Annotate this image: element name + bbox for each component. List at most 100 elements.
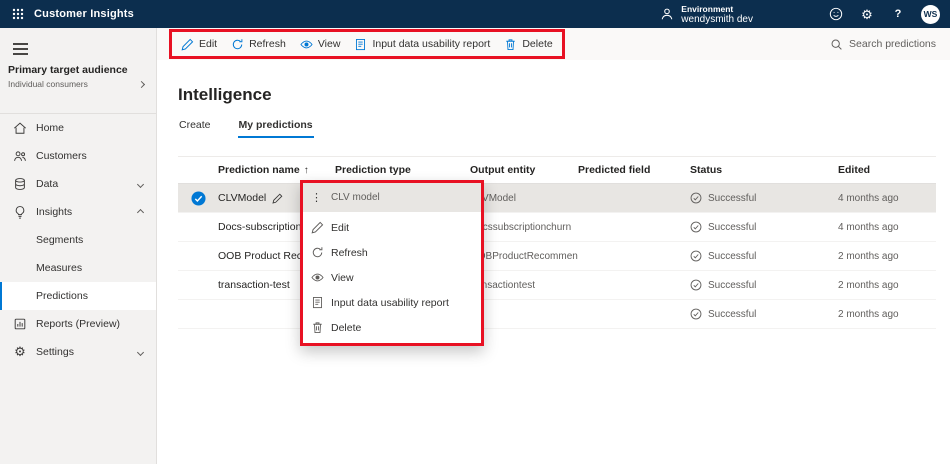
sidebar-item-insights[interactable]: Insights xyxy=(0,198,156,226)
sidebar-item-label: Predictions xyxy=(36,290,88,302)
context-menu-item-label: Refresh xyxy=(331,246,368,259)
edited-cell: 2 months ago xyxy=(838,279,899,291)
sidebar-item-reports[interactable]: Reports (Preview) xyxy=(0,310,156,338)
sidebar-item-label: Reports (Preview) xyxy=(36,318,121,330)
feedback-smiley-icon[interactable] xyxy=(828,6,844,22)
report-icon xyxy=(311,296,324,309)
context-menu-item-edit[interactable]: Edit xyxy=(303,215,481,240)
audience-title: Primary target audience xyxy=(8,64,128,76)
column-header-output-entity[interactable]: Output entity xyxy=(470,164,578,176)
row-selected-check-icon[interactable] xyxy=(190,190,206,206)
refresh-icon xyxy=(231,38,244,51)
column-header-edited[interactable]: Edited xyxy=(838,164,936,176)
view-icon xyxy=(311,271,324,284)
settings-gear-icon[interactable]: ⚙ xyxy=(859,6,875,22)
sidebar-item-segments[interactable]: Segments xyxy=(0,226,156,254)
column-header-predicted-field[interactable]: Predicted field xyxy=(578,164,690,176)
sidebar-item-predictions[interactable]: Predictions xyxy=(0,282,156,310)
prediction-name[interactable]: transaction-test xyxy=(218,279,290,291)
delete-icon xyxy=(311,321,324,334)
table-row[interactable]: transaction-test transactiontest Success… xyxy=(178,271,936,300)
prediction-type-cell-selected: ⋮ CLV model xyxy=(303,183,481,212)
status-text: Successful xyxy=(708,308,757,320)
context-menu-item-label: Input data usability report xyxy=(331,296,449,309)
refresh-button[interactable]: Refresh xyxy=(224,32,293,56)
user-avatar[interactable]: WS xyxy=(921,4,940,24)
edited-cell: 2 months ago xyxy=(838,308,899,320)
hamburger-menu-icon[interactable] xyxy=(0,28,156,60)
status-cell: Successful xyxy=(690,250,838,262)
topbar-actions: Environment wendysmith dev ⚙ ? WS xyxy=(660,4,950,25)
report-icon xyxy=(354,38,367,51)
audience-selector[interactable]: Primary target audience Individual consu… xyxy=(0,60,156,114)
context-menu-item-refresh[interactable]: Refresh xyxy=(303,240,481,265)
view-button[interactable]: View xyxy=(293,32,348,56)
refresh-icon xyxy=(311,246,324,259)
edit-icon xyxy=(311,221,324,234)
column-header-status[interactable]: Status xyxy=(690,164,838,176)
prediction-type-value: CLV model xyxy=(331,192,380,203)
table-row[interactable]: Successful 2 months ago xyxy=(178,300,936,329)
callout-context-menu-highlight: ⋮ CLV model Edit Refresh View Input data… xyxy=(300,180,484,346)
tab-bar: Create My predictions xyxy=(178,117,950,138)
success-check-icon xyxy=(690,279,702,291)
search-input[interactable]: Search predictions xyxy=(830,38,950,51)
context-menu-item-view[interactable]: View xyxy=(303,265,481,290)
input-data-usability-report-button[interactable]: Input data usability report xyxy=(347,32,497,56)
app-window: Customer Insights Environment wendysmith… xyxy=(0,0,950,464)
command-bar: Edit Refresh View Input data usability r… xyxy=(157,28,950,60)
sort-ascending-icon: ↑ xyxy=(303,164,309,176)
edited-cell: 4 months ago xyxy=(838,221,899,233)
output-entity-cell: transactiontest xyxy=(470,279,536,291)
context-menu-item-input-data-usability-report[interactable]: Input data usability report xyxy=(303,290,481,315)
predictions-table: Prediction name ↑ Prediction type Output… xyxy=(178,156,936,329)
prediction-name[interactable]: OOB Product Reco xyxy=(218,250,308,262)
sidebar-item-label: Customers xyxy=(36,150,87,162)
sidebar-item-settings[interactable]: ⚙ Settings xyxy=(0,338,156,366)
status-cell: Successful xyxy=(690,221,838,233)
view-icon xyxy=(300,38,313,51)
main-content: Intelligence Create My predictions Predi… xyxy=(157,60,950,464)
table-row[interactable]: Docs-subscription Docssubscriptionchurn … xyxy=(178,213,936,242)
environment-name: wendysmith dev xyxy=(681,13,753,25)
more-options-icon[interactable]: ⋮ xyxy=(311,191,322,204)
help-icon[interactable]: ? xyxy=(890,6,906,22)
data-icon xyxy=(13,177,27,191)
reports-icon xyxy=(13,317,27,331)
status-text: Successful xyxy=(708,192,757,204)
status-text: Successful xyxy=(708,221,757,233)
sidebar-item-measures[interactable]: Measures xyxy=(0,254,156,282)
prediction-name[interactable]: Docs-subscription xyxy=(218,221,301,233)
context-menu: Edit Refresh View Input data usability r… xyxy=(303,212,481,343)
delete-icon xyxy=(504,38,517,51)
callout-toolbar-highlight: Edit Refresh View Input data usability r… xyxy=(169,29,565,59)
left-sidebar: Primary target audience Individual consu… xyxy=(0,28,157,464)
delete-button[interactable]: Delete xyxy=(497,32,559,56)
table-row[interactable]: OOB Product Reco OOBProductRecommendatio… xyxy=(178,242,936,271)
context-menu-item-delete[interactable]: Delete xyxy=(303,315,481,340)
sidebar-item-data[interactable]: Data xyxy=(0,170,156,198)
status-text: Successful xyxy=(708,250,757,262)
column-header-prediction-name[interactable]: Prediction name ↑ xyxy=(218,164,335,176)
tab-create[interactable]: Create xyxy=(178,117,212,138)
insights-icon xyxy=(13,205,27,219)
edit-button[interactable]: Edit xyxy=(174,32,224,56)
environment-picker[interactable]: Environment wendysmith dev xyxy=(660,4,753,25)
input-data-usability-report-label: Input data usability report xyxy=(372,38,491,50)
tab-my-predictions[interactable]: My predictions xyxy=(237,117,314,138)
chevron-up-icon xyxy=(136,208,145,216)
rename-pencil-icon[interactable] xyxy=(272,193,283,204)
search-placeholder: Search predictions xyxy=(849,38,936,50)
environment-text: Environment wendysmith dev xyxy=(681,4,753,25)
table-row[interactable]: CLVModel CLVModel Successful 4 months ag… xyxy=(178,184,936,213)
output-entity-cell: CLVModel xyxy=(470,192,516,204)
prediction-name[interactable]: CLVModel xyxy=(218,192,266,204)
delete-button-label: Delete xyxy=(522,38,553,50)
sidebar-nav: Home Customers Data Insights Segments Me… xyxy=(0,114,156,366)
column-header-prediction-type[interactable]: Prediction type xyxy=(335,164,470,176)
top-nav-bar: Customer Insights Environment wendysmith… xyxy=(0,0,950,28)
sidebar-item-home[interactable]: Home xyxy=(0,114,156,142)
waffle-icon[interactable] xyxy=(12,8,24,20)
sidebar-item-customers[interactable]: Customers xyxy=(0,142,156,170)
context-menu-item-label: View xyxy=(331,271,354,284)
